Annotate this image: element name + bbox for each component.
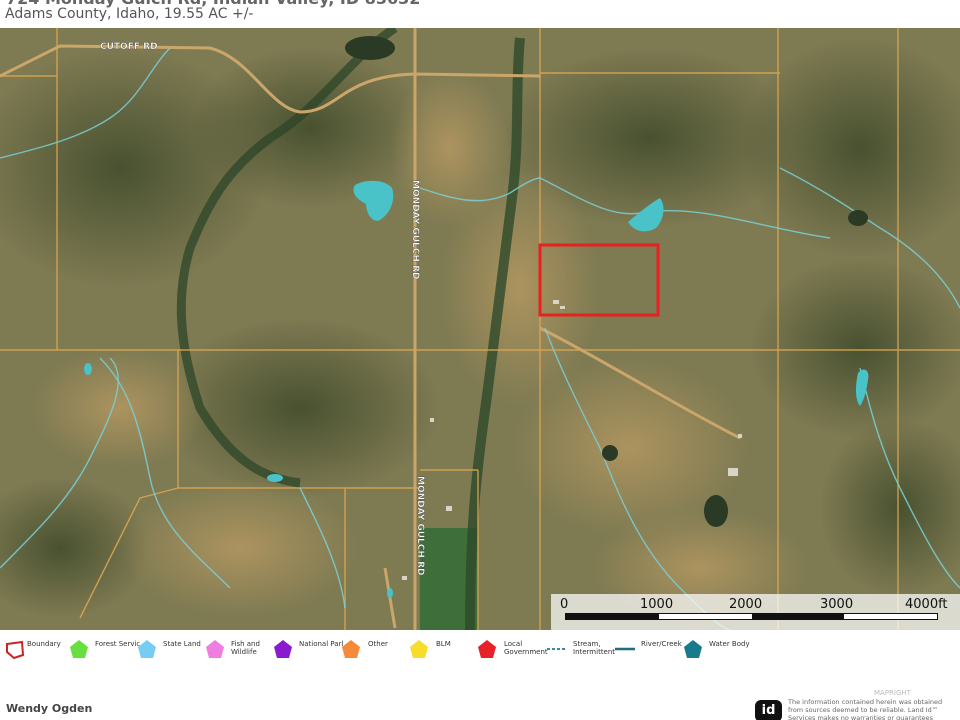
legend-label: State Land [163,640,201,648]
disclaimer-text: The information contained herein was obt… [788,698,943,720]
legend-label: Fish and Wildlife [231,640,260,656]
pond-small [387,588,393,598]
boundary-outline-icon [6,640,25,660]
property-subtitle: Adams County, Idaho, 19.55 AC +/- [5,6,254,22]
legend-label: Boundary [27,640,61,648]
legend-label: Stream, Intermittent [573,640,616,656]
legend-label: Local Government [504,640,548,656]
road-label-cutoff: CUTOFF RD [100,42,158,52]
road-label-monday-gulch-north: MONDAY GULCH RD [410,180,420,279]
pentagon-icon [342,640,360,658]
pentagon-icon [410,640,428,658]
agent-name: Wendy Ogden [6,702,93,715]
legend-label: Other [368,640,388,648]
pond-west [84,363,92,375]
pond-south [267,474,283,482]
legend-label: River/Creek [641,640,682,648]
scale-track [565,613,938,620]
legend-label: National Parl [299,640,344,648]
satellite-map[interactable]: CUTOFF RD MONDAY GULCH RD MONDAY GULCH R… [0,28,960,630]
watermark: MAPRIGHT [874,689,911,697]
scale-label-2000: 2000 [729,597,763,612]
pentagon-icon [206,640,224,658]
pentagon-icon [70,640,88,658]
pentagon-icon [478,640,496,658]
pentagon-icon [138,640,156,658]
dashed-line-icon [547,648,567,650]
scale-label-1000: 1000 [640,597,674,612]
pentagon-icon [684,640,702,658]
solid-line-icon [615,647,635,651]
scale-label-0: 0 [560,597,569,612]
legend-label: Forest Servic [95,640,141,648]
map-legend: Boundary Forest Servic State Land Fish a… [0,632,960,662]
scale-label-3000: 3000 [820,597,854,612]
pentagon-icon [274,640,292,658]
scale-bar: 0 1000 2000 3000 4000ft [551,594,960,630]
legend-label: Water Body [709,640,750,648]
land-id-logo: id [755,700,782,720]
legend-label: BLM [436,640,451,648]
scale-label-4000ft: 4000ft [905,597,948,612]
header: 724 Monday Gulch Rd, Indian Valley, ID 8… [0,0,960,28]
road-label-monday-gulch-south: MONDAY GULCH RD [415,476,425,575]
